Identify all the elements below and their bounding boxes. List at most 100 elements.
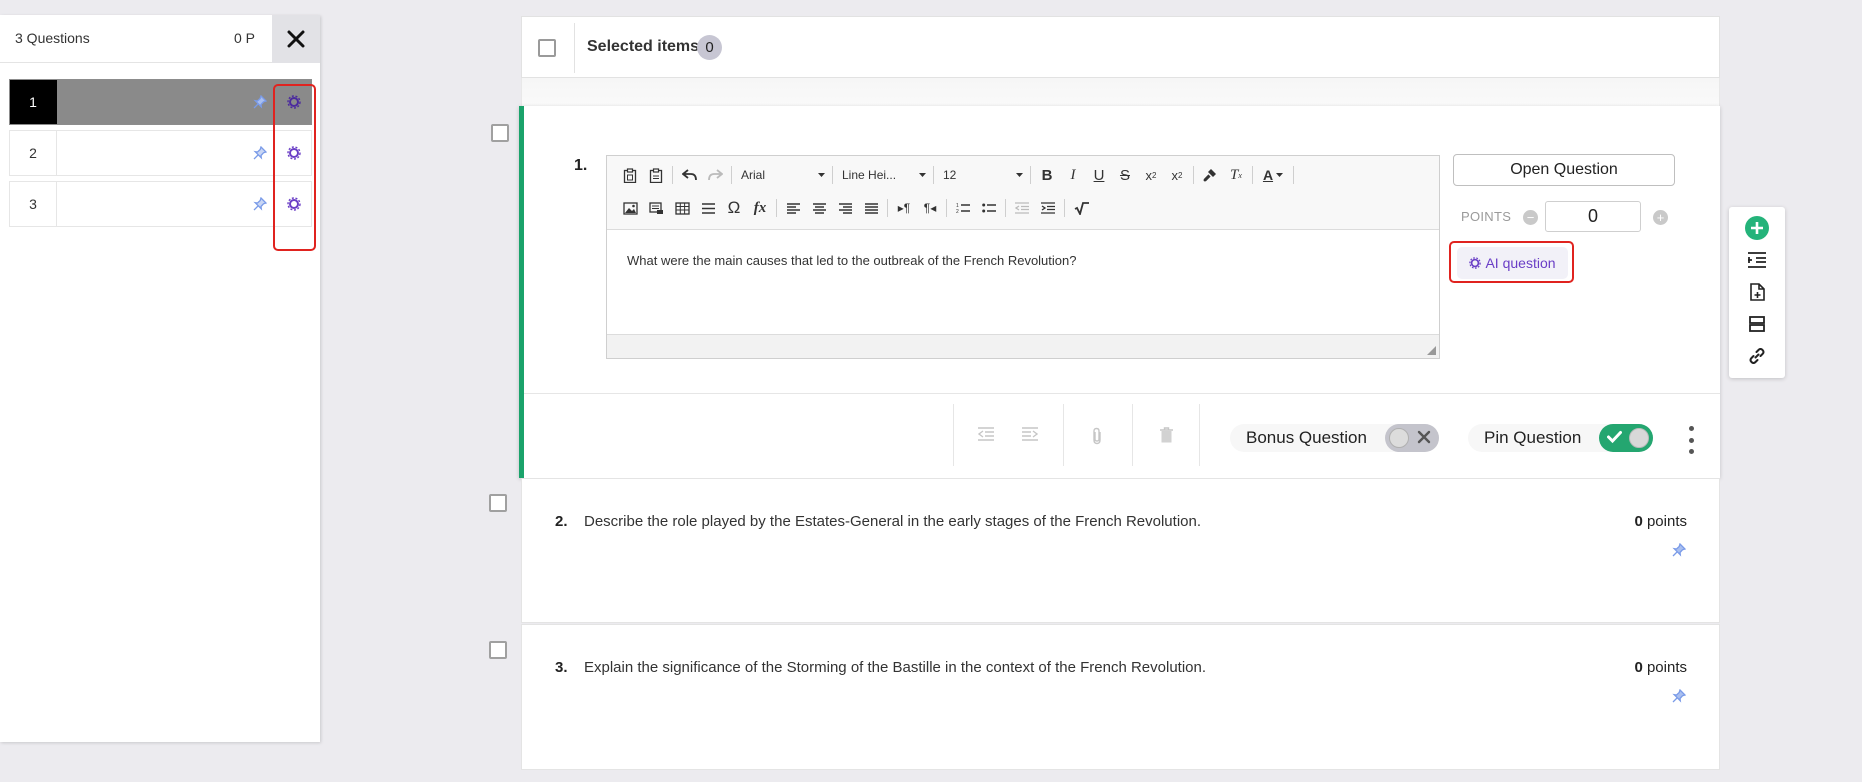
question-number: 3. xyxy=(555,659,568,676)
sidebar-item-3[interactable]: 3 xyxy=(9,181,312,227)
redo-icon[interactable] xyxy=(702,164,728,186)
bullet-list-icon[interactable] xyxy=(976,197,1002,219)
insert-media-icon[interactable] xyxy=(643,197,669,219)
undo-icon[interactable] xyxy=(676,164,702,186)
pin-question-label: Pin Question xyxy=(1484,428,1582,447)
bonus-question-label: Bonus Question xyxy=(1246,428,1367,447)
question-number: 2. xyxy=(555,513,568,530)
increase-points-button[interactable]: + xyxy=(1653,210,1668,225)
align-left-icon[interactable] xyxy=(780,197,806,219)
square-root-icon[interactable] xyxy=(1068,197,1094,219)
sidebar-item-number: 3 xyxy=(10,182,57,226)
editor-statusbar xyxy=(607,334,1439,358)
indent-list-icon xyxy=(1748,252,1766,268)
layout-button[interactable] xyxy=(1729,308,1785,340)
question-3-checkbox[interactable] xyxy=(489,641,507,659)
pin-icon[interactable] xyxy=(253,146,267,160)
align-center-icon[interactable] xyxy=(806,197,832,219)
question-text[interactable]: What were the main causes that led to th… xyxy=(627,253,1076,268)
link-button[interactable] xyxy=(1729,340,1785,372)
align-right-icon[interactable] xyxy=(832,197,858,219)
sidebar-question-list: 1 2 3 xyxy=(9,79,312,232)
sidebar-ai-button[interactable] xyxy=(277,182,311,226)
question-footer: Bonus Question Pin Question xyxy=(524,393,1720,478)
import-file-button[interactable] xyxy=(1729,276,1785,308)
formula-icon[interactable]: fx xyxy=(747,197,773,219)
kebab-dot xyxy=(1688,426,1694,431)
attachment-icon[interactable] xyxy=(1091,427,1103,445)
editor-toolbar: Arial Line Hei... 12 B I U S x2 x2 Tx A xyxy=(607,156,1439,230)
font-family-select[interactable]: Arial xyxy=(735,164,829,186)
trash-icon[interactable] xyxy=(1160,427,1173,443)
dropdown-arrow-icon xyxy=(818,173,825,177)
subscript-icon[interactable]: x2 xyxy=(1138,164,1164,186)
strikethrough-icon[interactable]: S xyxy=(1112,164,1138,186)
move-right-icon[interactable] xyxy=(1022,427,1038,441)
floating-action-toolbar xyxy=(1729,207,1785,378)
align-justify-icon[interactable] xyxy=(858,197,884,219)
special-character-icon[interactable]: Ω xyxy=(721,197,747,219)
points-input[interactable]: 0 xyxy=(1545,201,1641,232)
dropdown-arrow-icon xyxy=(919,173,926,177)
rich-text-editor: Arial Line Hei... 12 B I U S x2 x2 Tx A xyxy=(606,155,1440,359)
rtl-icon[interactable]: ¶◂ xyxy=(917,197,943,219)
line-height-select[interactable]: Line Hei... xyxy=(836,164,930,186)
clear-formatting-icon[interactable]: Tx xyxy=(1223,164,1249,186)
dropdown-arrow-icon xyxy=(1016,173,1023,177)
question-3-card[interactable]: 3. Explain the significance of the Storm… xyxy=(521,624,1720,770)
italic-icon[interactable]: I xyxy=(1060,164,1086,186)
sidebar-item-2[interactable]: 2 xyxy=(9,130,312,176)
format-painter-icon[interactable] xyxy=(1197,164,1223,186)
check-icon xyxy=(1607,431,1623,444)
question-2-checkbox[interactable] xyxy=(489,494,507,512)
sidebar-item-number: 2 xyxy=(10,131,57,175)
select-all-checkbox[interactable] xyxy=(538,39,556,57)
sidebar-item-1[interactable]: 1 xyxy=(9,79,312,125)
ai-question-button[interactable]: AI question xyxy=(1457,247,1568,279)
horizontal-line-icon[interactable] xyxy=(695,197,721,219)
question-number: 1. xyxy=(574,157,588,174)
superscript-icon[interactable]: x2 xyxy=(1164,164,1190,186)
underline-icon[interactable]: U xyxy=(1086,164,1112,186)
kebab-dot xyxy=(1688,437,1694,443)
selected-count-badge: 0 xyxy=(697,35,722,60)
add-icon xyxy=(1745,216,1769,240)
paste-text-icon[interactable] xyxy=(643,164,669,186)
spacer xyxy=(521,78,1720,108)
outdent-icon[interactable] xyxy=(1009,197,1035,219)
text-color-icon[interactable]: A xyxy=(1256,164,1290,186)
question-2-card[interactable]: 2. Describe the role played by the Estat… xyxy=(521,478,1720,623)
bonus-question-toggle[interactable] xyxy=(1384,424,1439,452)
decrease-points-button[interactable]: − xyxy=(1523,210,1538,225)
insert-image-icon[interactable] xyxy=(617,197,643,219)
add-section-button[interactable] xyxy=(1729,244,1785,276)
sidebar-ai-button[interactable] xyxy=(277,80,311,124)
question-1-checkbox[interactable] xyxy=(491,124,509,142)
paste-icon[interactable] xyxy=(617,164,643,186)
close-sidebar-button[interactable] xyxy=(272,15,320,63)
indent-icon[interactable] xyxy=(1035,197,1061,219)
pin-icon[interactable] xyxy=(253,197,267,211)
pin-question-toggle[interactable] xyxy=(1599,424,1654,452)
layout-rows-icon xyxy=(1749,316,1765,332)
pin-icon[interactable] xyxy=(253,95,267,109)
link-icon xyxy=(1749,348,1765,364)
numbered-list-icon[interactable]: 12 xyxy=(950,197,976,219)
pin-icon[interactable] xyxy=(1672,689,1686,703)
font-size-select[interactable]: 12 xyxy=(937,164,1027,186)
more-options-button[interactable] xyxy=(1681,426,1701,454)
sidebar-ai-button[interactable] xyxy=(277,131,311,175)
ltr-icon[interactable]: ▸¶ xyxy=(891,197,917,219)
resize-handle-icon[interactable] xyxy=(1427,346,1436,355)
x-icon xyxy=(1417,430,1431,444)
question-1-editor-card: 1. Arial Line Hei... 12 B I U S x 2 x 2 … xyxy=(519,106,1720,478)
question-type-button[interactable]: Open Question xyxy=(1453,154,1675,186)
add-question-button[interactable] xyxy=(1729,212,1785,244)
pin-icon[interactable] xyxy=(1672,543,1686,557)
question-points: 0 points xyxy=(1634,659,1687,676)
points-label: POINTS xyxy=(1461,209,1512,224)
insert-table-icon[interactable] xyxy=(669,197,695,219)
move-left-icon[interactable] xyxy=(978,427,994,441)
ai-gear-icon xyxy=(287,95,301,109)
bold-icon[interactable]: B xyxy=(1034,164,1060,186)
